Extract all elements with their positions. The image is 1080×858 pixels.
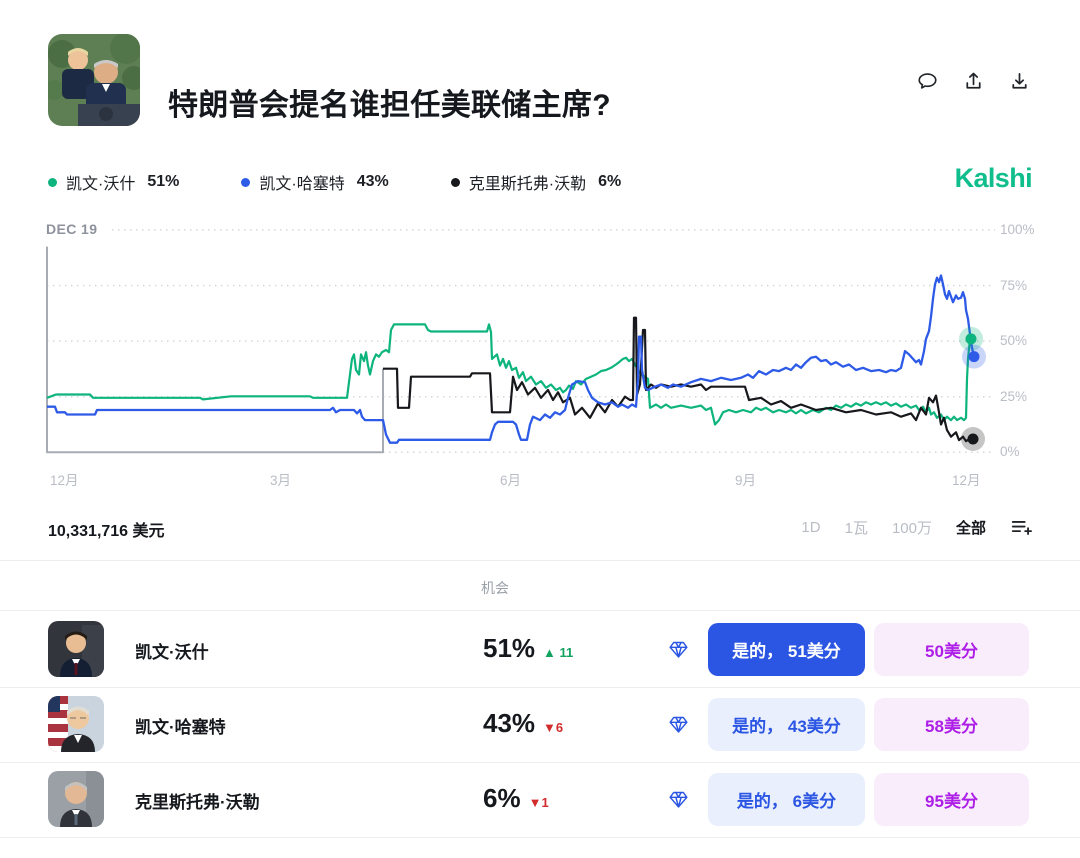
market-row-warsh[interactable]: 凯文·沃什 51% ▲ 11 是的， 51美分 50美分 bbox=[0, 612, 1080, 687]
hassett-avatar bbox=[48, 696, 104, 752]
chart-annotation: DEC 19 bbox=[46, 221, 97, 237]
divider bbox=[0, 610, 1080, 611]
buy-yes-button[interactable]: 是的， 6美分 bbox=[708, 773, 865, 826]
candidate-name: 凯文·哈塞特 bbox=[135, 713, 226, 738]
legend-pct: 43% bbox=[357, 173, 389, 191]
market-row-hassett[interactable]: 凯文·哈塞特 43% ▼6 是的， 43美分 58美分 bbox=[0, 687, 1080, 762]
divider bbox=[0, 837, 1080, 838]
odds-group: 51% ▲ 11 bbox=[483, 633, 573, 664]
trump-powell-photo bbox=[48, 34, 140, 126]
buy-no-button[interactable]: 50美分 bbox=[874, 623, 1029, 676]
page-title: 特朗普会提名谁担任美联储主席? bbox=[168, 80, 611, 124]
probability-value: 43% bbox=[483, 708, 535, 739]
legend-dot-blue bbox=[241, 178, 250, 187]
candidate-name: 克里斯托弗·沃勒 bbox=[135, 788, 260, 813]
probability-value: 51% bbox=[483, 633, 535, 664]
chart-settings-icon[interactable] bbox=[1010, 516, 1032, 538]
header-actions bbox=[914, 68, 1032, 94]
divider bbox=[0, 560, 1080, 561]
warsh-avatar bbox=[48, 621, 104, 677]
buy-yes-button[interactable]: 是的， 43美分 bbox=[708, 698, 865, 751]
odds-group: 6% ▼1 bbox=[483, 783, 549, 814]
market-page: 特朗普会提名谁担任美联储主席? 凯文·沃什 51% 凯文·哈塞特 4 bbox=[0, 0, 1080, 858]
price-chart[interactable]: DEC 19 100%75%50%25%0% 12月3月6月9月12月 bbox=[0, 215, 1080, 500]
range-option-1d[interactable]: 1D bbox=[801, 519, 820, 536]
buy-no-button[interactable]: 58美分 bbox=[874, 698, 1029, 751]
probability-delta: ▼6 bbox=[543, 720, 563, 735]
probability-delta: ▲ 11 bbox=[543, 645, 573, 660]
comment-icon[interactable] bbox=[914, 68, 940, 94]
candidate-name: 凯文·沃什 bbox=[135, 638, 209, 663]
legend-dot-green bbox=[48, 178, 57, 187]
price-chart-svg bbox=[0, 215, 1080, 500]
legend-item-hassett[interactable]: 凯文·哈塞特 43% bbox=[241, 170, 388, 194]
chart-legend: 凯文·沃什 51% 凯文·哈塞特 43% 克里斯托弗·沃勒 6% bbox=[48, 170, 621, 194]
buy-no-button[interactable]: 95美分 bbox=[874, 773, 1029, 826]
chance-column-header: 机会 bbox=[481, 578, 509, 598]
volume-total: 10,331,716 美元 bbox=[48, 517, 165, 541]
legend-label: 凯文·哈塞特 bbox=[259, 170, 344, 194]
download-icon[interactable] bbox=[1006, 68, 1032, 94]
range-option-1m[interactable]: 100万 bbox=[892, 517, 932, 538]
waller-avatar bbox=[48, 771, 104, 827]
odds-group: 43% ▼6 bbox=[483, 708, 563, 739]
probability-value: 6% bbox=[483, 783, 521, 814]
legend-pct: 6% bbox=[598, 173, 621, 191]
market-row-waller[interactable]: 克里斯托弗·沃勒 6% ▼1 是的， 6美分 95美分 bbox=[0, 762, 1080, 837]
legend-dot-black bbox=[451, 178, 460, 187]
gem-icon[interactable] bbox=[668, 789, 689, 810]
share-icon[interactable] bbox=[960, 68, 986, 94]
legend-pct: 51% bbox=[147, 173, 179, 191]
legend-label: 克里斯托弗·沃勒 bbox=[469, 170, 586, 194]
legend-item-waller[interactable]: 克里斯托弗·沃勒 6% bbox=[451, 170, 621, 194]
buy-yes-button[interactable]: 是的， 51美分 bbox=[708, 623, 865, 676]
kalshi-logo: Kalshi bbox=[955, 163, 1032, 194]
gem-icon[interactable] bbox=[668, 714, 689, 735]
range-selector: 1D 1瓦 100万 全部 bbox=[801, 516, 1032, 538]
range-option-1w[interactable]: 1瓦 bbox=[845, 517, 868, 538]
range-option-all[interactable]: 全部 bbox=[956, 517, 986, 538]
probability-delta: ▼1 bbox=[529, 795, 549, 810]
event-avatar bbox=[48, 34, 140, 126]
legend-item-warsh[interactable]: 凯文·沃什 51% bbox=[48, 170, 179, 194]
gem-icon[interactable] bbox=[668, 639, 689, 660]
legend-label: 凯文·沃什 bbox=[66, 170, 135, 194]
